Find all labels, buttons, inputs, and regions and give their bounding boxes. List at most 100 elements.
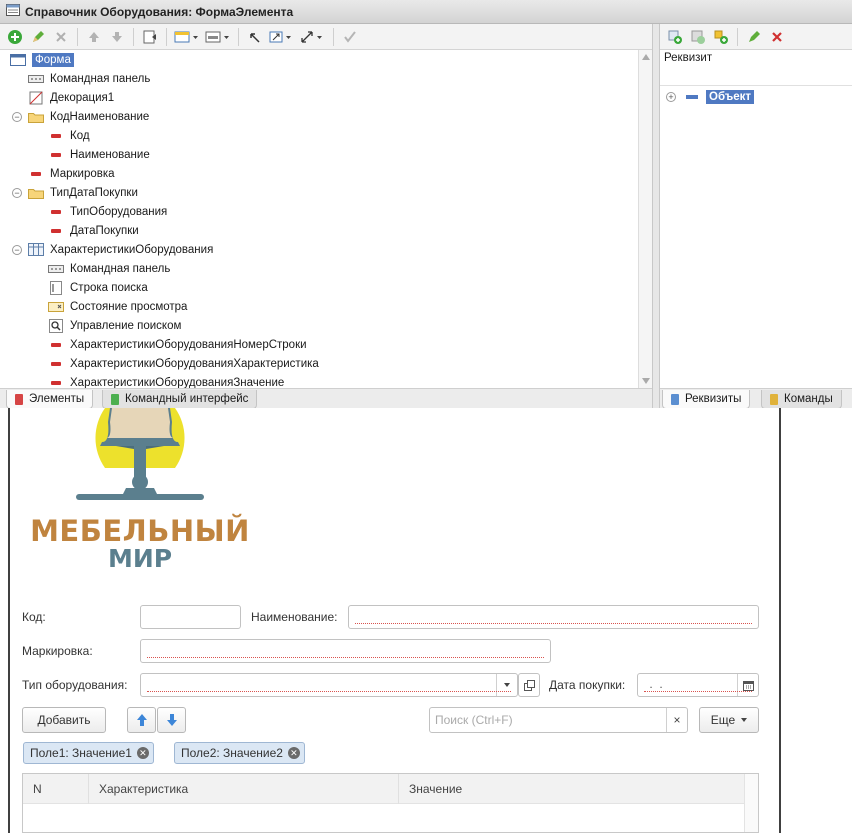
- dropdown-icon: [504, 683, 510, 687]
- delete-attribute-icon[interactable]: [767, 27, 787, 47]
- tree-item[interactable]: Наименование: [48, 145, 150, 164]
- scroll-up-icon[interactable]: [642, 54, 650, 60]
- tree-item[interactable]: Декорация1: [28, 88, 114, 107]
- collapse-toggle[interactable]: −: [12, 112, 22, 122]
- tree-item-label: Декорация1: [50, 91, 115, 104]
- goto-icon[interactable]: [140, 27, 160, 47]
- purchase-date-field[interactable]: . .: [637, 673, 759, 697]
- collapse-toggle[interactable]: −: [12, 188, 22, 198]
- tree-item-label: Командная панель: [50, 72, 151, 85]
- form-preview: МЕБЕЛЬНЫЙ МИР Код: Наименование: Маркиро…: [0, 408, 852, 833]
- tree-item-label: ХарактеристикиОборудования: [50, 243, 214, 256]
- tree-item-label: Форма: [32, 52, 74, 67]
- layout-icon[interactable]: [204, 27, 232, 47]
- code-label: Код:: [22, 610, 46, 624]
- tree-item[interactable]: Командная панель: [48, 259, 170, 278]
- search-placeholder: Поиск (Ctrl+F): [435, 713, 513, 727]
- search-string-icon: [48, 280, 64, 295]
- tab-command-interface[interactable]: Командный интерфейс: [102, 390, 258, 409]
- table-icon: [28, 243, 44, 257]
- tree-item[interactable]: Управление поиском: [48, 316, 181, 335]
- form-window-icon: [6, 4, 20, 19]
- tree-item[interactable]: Командная панель: [28, 69, 150, 88]
- more-button[interactable]: Еще: [699, 707, 759, 733]
- tree-item[interactable]: Состояние просмотра: [48, 297, 187, 316]
- scroll-down-icon[interactable]: [642, 378, 650, 384]
- form-icon: [10, 53, 26, 67]
- tree-item[interactable]: ХарактеристикиОборудованияНомерСтроки: [48, 335, 307, 354]
- tab-elements[interactable]: Элементы: [6, 390, 94, 409]
- move-up-icon[interactable]: [84, 27, 104, 47]
- window-title: Справочник Оборудования: ФормаЭлемента: [25, 4, 294, 19]
- tab-attributes[interactable]: Реквизиты: [662, 390, 751, 409]
- tree-item[interactable]: Маркировка: [28, 164, 115, 183]
- tree-item-object[interactable]: Объект: [684, 87, 755, 106]
- tree-item[interactable]: Строка поиска: [48, 278, 148, 297]
- add-attribute-icon[interactable]: [665, 27, 685, 47]
- tree-item[interactable]: ТипОборудования: [48, 202, 167, 221]
- field-icon: [48, 357, 64, 371]
- name-field[interactable]: [348, 605, 759, 629]
- more-button-label: Еще: [710, 713, 736, 727]
- chip-label: Поле2: Значение2: [181, 746, 283, 760]
- tree-item[interactable]: Код: [48, 126, 90, 145]
- code-field[interactable]: [140, 605, 241, 629]
- tree-scrollbar[interactable]: [638, 50, 652, 388]
- display-icon[interactable]: [173, 27, 201, 47]
- expand-icon[interactable]: [268, 27, 296, 47]
- folder-icon: [28, 110, 44, 124]
- tree-item-label: ХарактеристикиОборудованияХарактеристика: [70, 357, 319, 370]
- tree-item-form[interactable]: Форма: [10, 50, 74, 69]
- tree-item-label: Объект: [706, 89, 755, 104]
- marking-label: Маркировка:: [22, 644, 93, 658]
- equipment-type-field[interactable]: [140, 673, 518, 697]
- clear-search-icon[interactable]: ×: [666, 708, 687, 732]
- add-column-icon[interactable]: [711, 27, 731, 47]
- characteristics-table[interactable]: N Характеристика Значение: [22, 773, 759, 833]
- tree-item[interactable]: ХарактеристикиОборудования: [28, 240, 213, 259]
- chip-close-icon[interactable]: ✕: [287, 747, 300, 759]
- calendar-icon: [742, 680, 754, 691]
- column-header-n[interactable]: N: [23, 774, 89, 804]
- tab-commands[interactable]: Команды: [761, 390, 842, 409]
- tree-item[interactable]: ТипДатаПокупки: [28, 183, 138, 202]
- move-up-button[interactable]: [127, 707, 156, 733]
- edit-attribute-icon[interactable]: [744, 27, 764, 47]
- filter-chip[interactable]: Поле2: Значение2 ✕: [174, 742, 305, 764]
- purchase-date-label: Дата покупки:: [549, 678, 626, 692]
- tree-item-label: Наименование: [70, 148, 150, 161]
- pane-splitter[interactable]: [652, 24, 660, 408]
- column-header-value[interactable]: Значение: [399, 774, 746, 804]
- expand-toggle[interactable]: +: [666, 92, 676, 102]
- delete-icon[interactable]: [51, 27, 71, 47]
- lamp-icon: [76, 408, 204, 500]
- tree-item[interactable]: ДатаПокупки: [48, 221, 139, 240]
- filter-chip[interactable]: Поле1: Значение1 ✕: [23, 742, 154, 764]
- marking-field[interactable]: [140, 639, 551, 663]
- tree-item[interactable]: КодНаименование: [28, 107, 149, 126]
- search-input[interactable]: Поиск (Ctrl+F) ×: [429, 707, 688, 733]
- search-control-icon: [48, 318, 64, 333]
- move-down-icon[interactable]: [107, 27, 127, 47]
- dropdown-button[interactable]: [496, 674, 517, 696]
- add-icon[interactable]: [5, 27, 25, 47]
- open-button[interactable]: [518, 673, 540, 697]
- column-header-characteristic[interactable]: Характеристика: [89, 774, 399, 804]
- tree-item[interactable]: ХарактеристикиОборудованияХарактеристика: [48, 354, 319, 373]
- check-icon[interactable]: [340, 27, 360, 47]
- tree-item-label: Код: [70, 129, 90, 142]
- add-button[interactable]: Добавить: [22, 707, 106, 733]
- command-interface-tab-icon: [111, 393, 119, 405]
- edit-icon[interactable]: [28, 27, 48, 47]
- collapse-toggle[interactable]: −: [12, 245, 22, 255]
- calendar-button[interactable]: [737, 674, 758, 696]
- resize-icon[interactable]: [299, 27, 327, 47]
- add-table-icon[interactable]: [688, 27, 708, 47]
- move-down-button[interactable]: [157, 707, 186, 733]
- tree-item[interactable]: ХарактеристикиОборудованияЗначение: [48, 373, 284, 388]
- undo-icon[interactable]: [245, 27, 265, 47]
- decoration-icon: [28, 91, 44, 105]
- table-scrollbar[interactable]: [744, 774, 758, 832]
- field-icon: [48, 148, 64, 162]
- chip-close-icon[interactable]: ✕: [136, 747, 149, 759]
